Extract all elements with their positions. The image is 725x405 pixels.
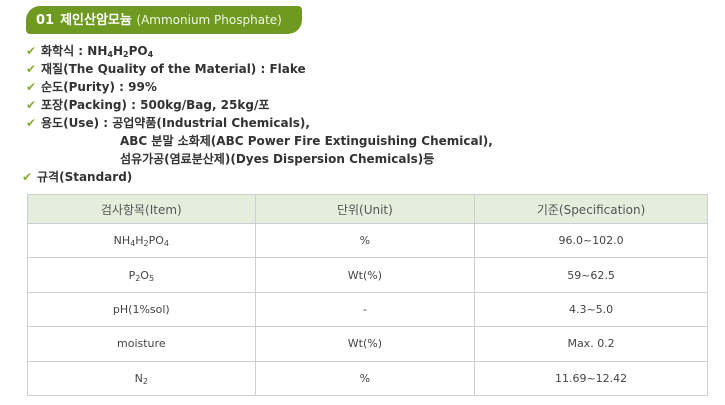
formula-value: NH4H2PO4	[87, 44, 154, 59]
cell-unit: Wt(%)	[254, 326, 476, 362]
cell-spec: 11.69~12.42	[474, 360, 708, 397]
cell-unit: Wt(%)	[254, 257, 476, 293]
table-body: NH4H2PO4% 96.0~102.0 P2O5 Wt(%) 59~62.5 pH(1%…	[27, 222, 708, 397]
cell-item: N2	[27, 360, 256, 397]
check-icon: ✔	[22, 170, 33, 184]
cell-spec: 59~62.5	[474, 257, 708, 293]
table-row: P2O5 Wt(%) 59~62.5	[27, 257, 708, 293]
check-icon: ✔	[26, 116, 37, 130]
title-banner: 01 제인산암모늄 (Ammonium Phosphate)	[26, 6, 302, 34]
cell-item: P2O5	[27, 257, 256, 293]
table-row: NH4H2PO4% 96.0~102.0	[27, 222, 708, 259]
use-line-1: 용도(Use) : 공업약품(Industrial Chemicals),	[41, 116, 310, 130]
title-korean: 제인산암모늄	[60, 13, 132, 28]
standard-label: 규격(Standard)	[37, 170, 133, 184]
section-number: 01	[36, 13, 55, 28]
check-icon: ✔	[26, 44, 37, 58]
packing-text: 포장(Packing) : 500kg/Bag, 25kg/포	[41, 98, 270, 112]
table-row: N2% 11.69~12.42	[27, 360, 708, 397]
spec-table: 검사항목(Item) 단위(Unit) 기준(Specification) NH…	[27, 194, 708, 397]
material-text: 재질(The Quality of the Material) : Flake	[41, 62, 306, 76]
product-info: ✔ 화학식 : NH4H2PO4 ✔ 재질(The Quality of the M…	[22, 42, 493, 186]
check-icon: ✔	[26, 62, 37, 76]
cell-spec: 4.3~5.0	[474, 291, 708, 328]
check-icon: ✔	[26, 80, 37, 94]
cell-unit: %	[254, 222, 476, 259]
cell-item: pH(1%sol)	[27, 291, 256, 328]
use-row: ✔ 용도(Use) : 공업약품(Industrial Chemicals),	[26, 114, 493, 132]
cell-item: moisture	[27, 326, 256, 362]
packing-row: ✔ 포장(Packing) : 500kg/Bag, 25kg/포	[26, 96, 493, 114]
table-row: pH(1%sol) -4.3~5.0	[27, 291, 708, 328]
header-spec: 기준(Specification)	[474, 194, 708, 224]
cell-unit: -	[254, 291, 476, 328]
standard-row: ✔ 규격(Standard)	[22, 168, 493, 186]
header-unit: 단위(Unit)	[254, 194, 476, 224]
cell-unit: %	[254, 360, 476, 397]
material-row: ✔ 재질(The Quality of the Material) : Flake	[26, 60, 493, 78]
check-icon: ✔	[26, 98, 37, 112]
formula-row: ✔ 화학식 : NH4H2PO4	[26, 42, 493, 60]
cell-spec: 96.0~102.0	[474, 222, 708, 259]
formula-label: 화학식 :	[41, 44, 88, 58]
purity-text: 순도(Purity) : 99%	[41, 80, 157, 94]
header-item: 검사항목(Item)	[27, 194, 256, 224]
use-row-3: 섬유가공(염료분산제)(Dyes Dispersion Chemicals)등	[26, 150, 493, 168]
purity-row: ✔ 순도(Purity) : 99%	[26, 78, 493, 96]
use-line-3: 섬유가공(염료분산제)(Dyes Dispersion Chemicals)등	[120, 152, 435, 166]
use-row-2: ABC 분말 소화제(ABC Power Fire Extinguishing …	[26, 132, 493, 150]
title-english: (Ammonium Phosphate)	[136, 13, 282, 27]
use-line-2: ABC 분말 소화제(ABC Power Fire Extinguishing …	[120, 134, 493, 148]
table-header-row: 검사항목(Item) 단위(Unit) 기준(Specification)	[27, 194, 708, 224]
cell-item: NH4H2PO4	[27, 222, 256, 259]
table-row: moisture Wt(%) Max. 0.2	[27, 326, 708, 362]
cell-spec: Max. 0.2	[474, 326, 708, 362]
